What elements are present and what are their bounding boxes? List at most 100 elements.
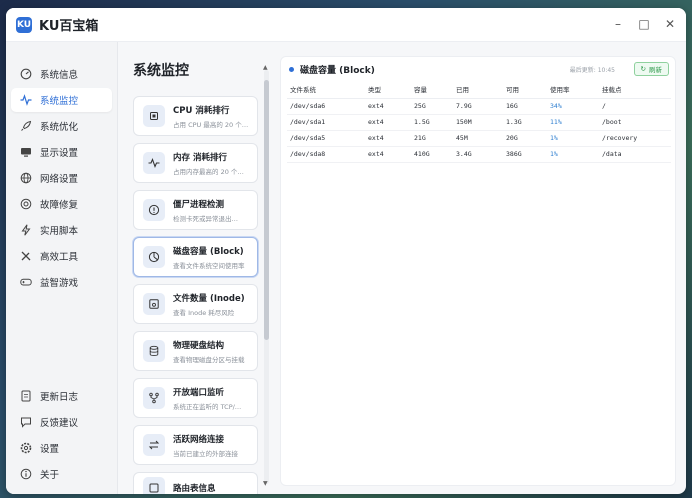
column-header: 可用 bbox=[503, 81, 547, 99]
table-row[interactable]: /dev/sda8 ext4 410G 3.4G 386G 1% /data bbox=[287, 146, 671, 163]
card-title: 内存 消耗排行 bbox=[173, 152, 227, 163]
sidebar-item-games[interactable]: 益智游戏 bbox=[11, 270, 112, 294]
titlebar: KU KU百宝箱 – □ ✕ bbox=[6, 8, 686, 42]
close-icon[interactable]: ✕ bbox=[664, 16, 676, 32]
cell-usage: 34% bbox=[547, 98, 599, 115]
sidebar-item-label: 显示设置 bbox=[40, 148, 79, 159]
table-row[interactable]: /dev/sda5 ext4 21G 45M 20G 1% /recovery bbox=[287, 130, 671, 147]
cell-avail: 386G bbox=[503, 146, 547, 163]
column-header: 已用 bbox=[453, 81, 503, 99]
branch-icon bbox=[143, 387, 165, 409]
cell-mount: /data bbox=[599, 146, 671, 163]
sidebar-item-label: 系统信息 bbox=[40, 70, 79, 81]
disk-save-icon bbox=[143, 293, 165, 315]
sidebar-item-about[interactable]: 关于 bbox=[11, 462, 112, 486]
cell-usage: 11% bbox=[547, 114, 599, 131]
cpu-icon bbox=[143, 105, 165, 127]
card-file-inode[interactable]: 文件数量 (Inode) 查看 Inode 耗尽风险 bbox=[133, 284, 258, 324]
cell-size: 21G bbox=[411, 130, 453, 147]
table-row[interactable]: /dev/sda1 ext4 1.5G 150M 1.3G 11% /boot bbox=[287, 114, 671, 131]
sidebar-item-changelog[interactable]: 更新日志 bbox=[11, 384, 112, 408]
maximize-icon[interactable]: □ bbox=[638, 16, 650, 32]
column-header: 容量 bbox=[411, 81, 453, 99]
card-active-connections[interactable]: 活跃网络连接 当前已建立的外部连接 bbox=[133, 425, 258, 465]
last-updated: 最后更新: 10:45 bbox=[569, 67, 615, 74]
sidebar-item-settings[interactable]: 设置 bbox=[11, 436, 112, 460]
sidebar-item-system-info[interactable]: 系统信息 bbox=[11, 62, 112, 86]
dashboard-icon bbox=[19, 67, 33, 81]
panel-header: 磁盘容量 (Block) 最后更新: 10:45 ↻ 刷新 bbox=[281, 57, 675, 81]
card-subtitle: 查看物理磁盘分区与挂载 bbox=[173, 355, 245, 364]
card-zombie-process[interactable]: 僵尸进程检测检测卡死或异常退出… bbox=[133, 190, 258, 230]
scroll-down-icon[interactable]: ▼ bbox=[263, 480, 268, 487]
cell-filesystem: /dev/sda5 bbox=[287, 130, 365, 147]
cell-mount: / bbox=[599, 98, 671, 115]
card-list-scrollbar[interactable] bbox=[264, 70, 269, 484]
minimize-icon[interactable]: – bbox=[612, 16, 624, 32]
card-open-ports[interactable]: 开放端口监听 系统正在监听的 TCP/… bbox=[133, 378, 258, 418]
cell-size: 410G bbox=[411, 146, 453, 163]
card-title: 路由表信息 bbox=[173, 484, 216, 494]
cell-usage: 1% bbox=[547, 130, 599, 147]
cell-used: 45M bbox=[453, 130, 503, 147]
cell-used: 7.9G bbox=[453, 98, 503, 115]
cell-filesystem: /dev/sda6 bbox=[287, 98, 365, 115]
card-cpu-ranking[interactable]: CPU 消耗排行 占用 CPU 最高的 20 个… bbox=[133, 96, 258, 136]
app-logo: KU bbox=[16, 16, 32, 33]
card-subtitle: 查看 Inode 耗尽风险 bbox=[173, 308, 235, 317]
sidebar-item-label: 系统优化 bbox=[40, 122, 79, 133]
sidebar-item-display-settings[interactable]: 显示设置 bbox=[11, 140, 112, 164]
sidebar-item-network-settings[interactable]: 网络设置 bbox=[11, 166, 112, 190]
refresh-icon: ↻ bbox=[640, 65, 646, 73]
column-header: 文件系统 bbox=[287, 81, 365, 99]
card-title: 文件数量 (Inode) bbox=[173, 293, 245, 304]
sidebar-item-repair[interactable]: 故障修复 bbox=[11, 192, 112, 216]
card-subtitle: 检测卡死或异常退出… bbox=[173, 214, 238, 223]
card-memory-ranking[interactable]: 内存 消耗排行占用内存最高的 20 个… bbox=[133, 143, 258, 183]
lightning-icon bbox=[19, 223, 33, 237]
sidebar-item-scripts[interactable]: 实用脚本 bbox=[11, 218, 112, 242]
gear-icon bbox=[19, 441, 33, 455]
database-icon bbox=[143, 340, 165, 362]
disk-usage-panel: 磁盘容量 (Block) 最后更新: 10:45 ↻ 刷新 文件系统 类型 容量… bbox=[280, 56, 676, 486]
sidebar-item-label: 益智游戏 bbox=[40, 278, 79, 289]
pulse-icon bbox=[19, 93, 33, 107]
scroll-up-icon[interactable]: ▲ bbox=[263, 64, 268, 71]
gamepad-icon bbox=[19, 275, 33, 289]
card-disk-block[interactable]: 磁盘容量 (Block) 查看文件系统空间使用率 bbox=[133, 237, 258, 277]
sidebar-item-label: 实用脚本 bbox=[40, 226, 79, 237]
column-header: 使用率 bbox=[547, 81, 599, 99]
app-title: KU百宝箱 bbox=[39, 19, 99, 34]
sidebar-item-system-monitor[interactable]: 系统监控 bbox=[11, 88, 112, 112]
sidebar-item-feedback[interactable]: 反馈建议 bbox=[11, 410, 112, 434]
swap-icon bbox=[143, 434, 165, 456]
sidebar-item-label: 更新日志 bbox=[40, 392, 79, 403]
sidebar-nav: 系统信息 系统监控 系统优化 显示设置 网络设置 故障修复 实用脚本 高效工具 … bbox=[6, 60, 117, 296]
cell-used: 150M bbox=[453, 114, 503, 131]
tools-icon bbox=[19, 249, 33, 263]
column-header: 挂载点 bbox=[599, 81, 671, 99]
cell-filesystem: /dev/sda1 bbox=[287, 114, 365, 131]
sidebar-item-system-optimize[interactable]: 系统优化 bbox=[11, 114, 112, 138]
sidebar-item-label: 故障修复 bbox=[40, 200, 79, 211]
refresh-button[interactable]: ↻ 刷新 bbox=[633, 62, 669, 76]
card-subtitle: 占用内存最高的 20 个… bbox=[173, 167, 244, 176]
cell-type: ext4 bbox=[365, 146, 411, 163]
card-subtitle: 查看文件系统空间使用率 bbox=[173, 261, 245, 270]
scroll-thumb[interactable] bbox=[264, 80, 269, 340]
cell-avail: 1.3G bbox=[503, 114, 547, 131]
card-physical-disk[interactable]: 物理硬盘结构 查看物理磁盘分区与挂载 bbox=[133, 331, 258, 371]
sidebar-item-label: 高效工具 bbox=[40, 252, 79, 263]
sidebar-item-tools[interactable]: 高效工具 bbox=[11, 244, 112, 268]
card-title: CPU 消耗排行 bbox=[173, 105, 230, 116]
lifebuoy-icon bbox=[19, 197, 33, 211]
table-row[interactable]: /dev/sda6 ext4 25G 7.9G 16G 34% / bbox=[287, 98, 671, 115]
route-icon bbox=[143, 477, 165, 494]
pie-chart-icon bbox=[143, 246, 165, 268]
sidebar: 系统信息 系统监控 系统优化 显示设置 网络设置 故障修复 实用脚本 高效工具 … bbox=[6, 42, 118, 494]
card-title: 僵尸进程检测 bbox=[173, 199, 225, 210]
card-route-table[interactable]: 路由表信息 bbox=[133, 472, 258, 494]
globe-icon bbox=[19, 171, 33, 185]
alert-circle-icon bbox=[143, 199, 165, 221]
card-title: 开放端口监听 bbox=[173, 387, 225, 398]
